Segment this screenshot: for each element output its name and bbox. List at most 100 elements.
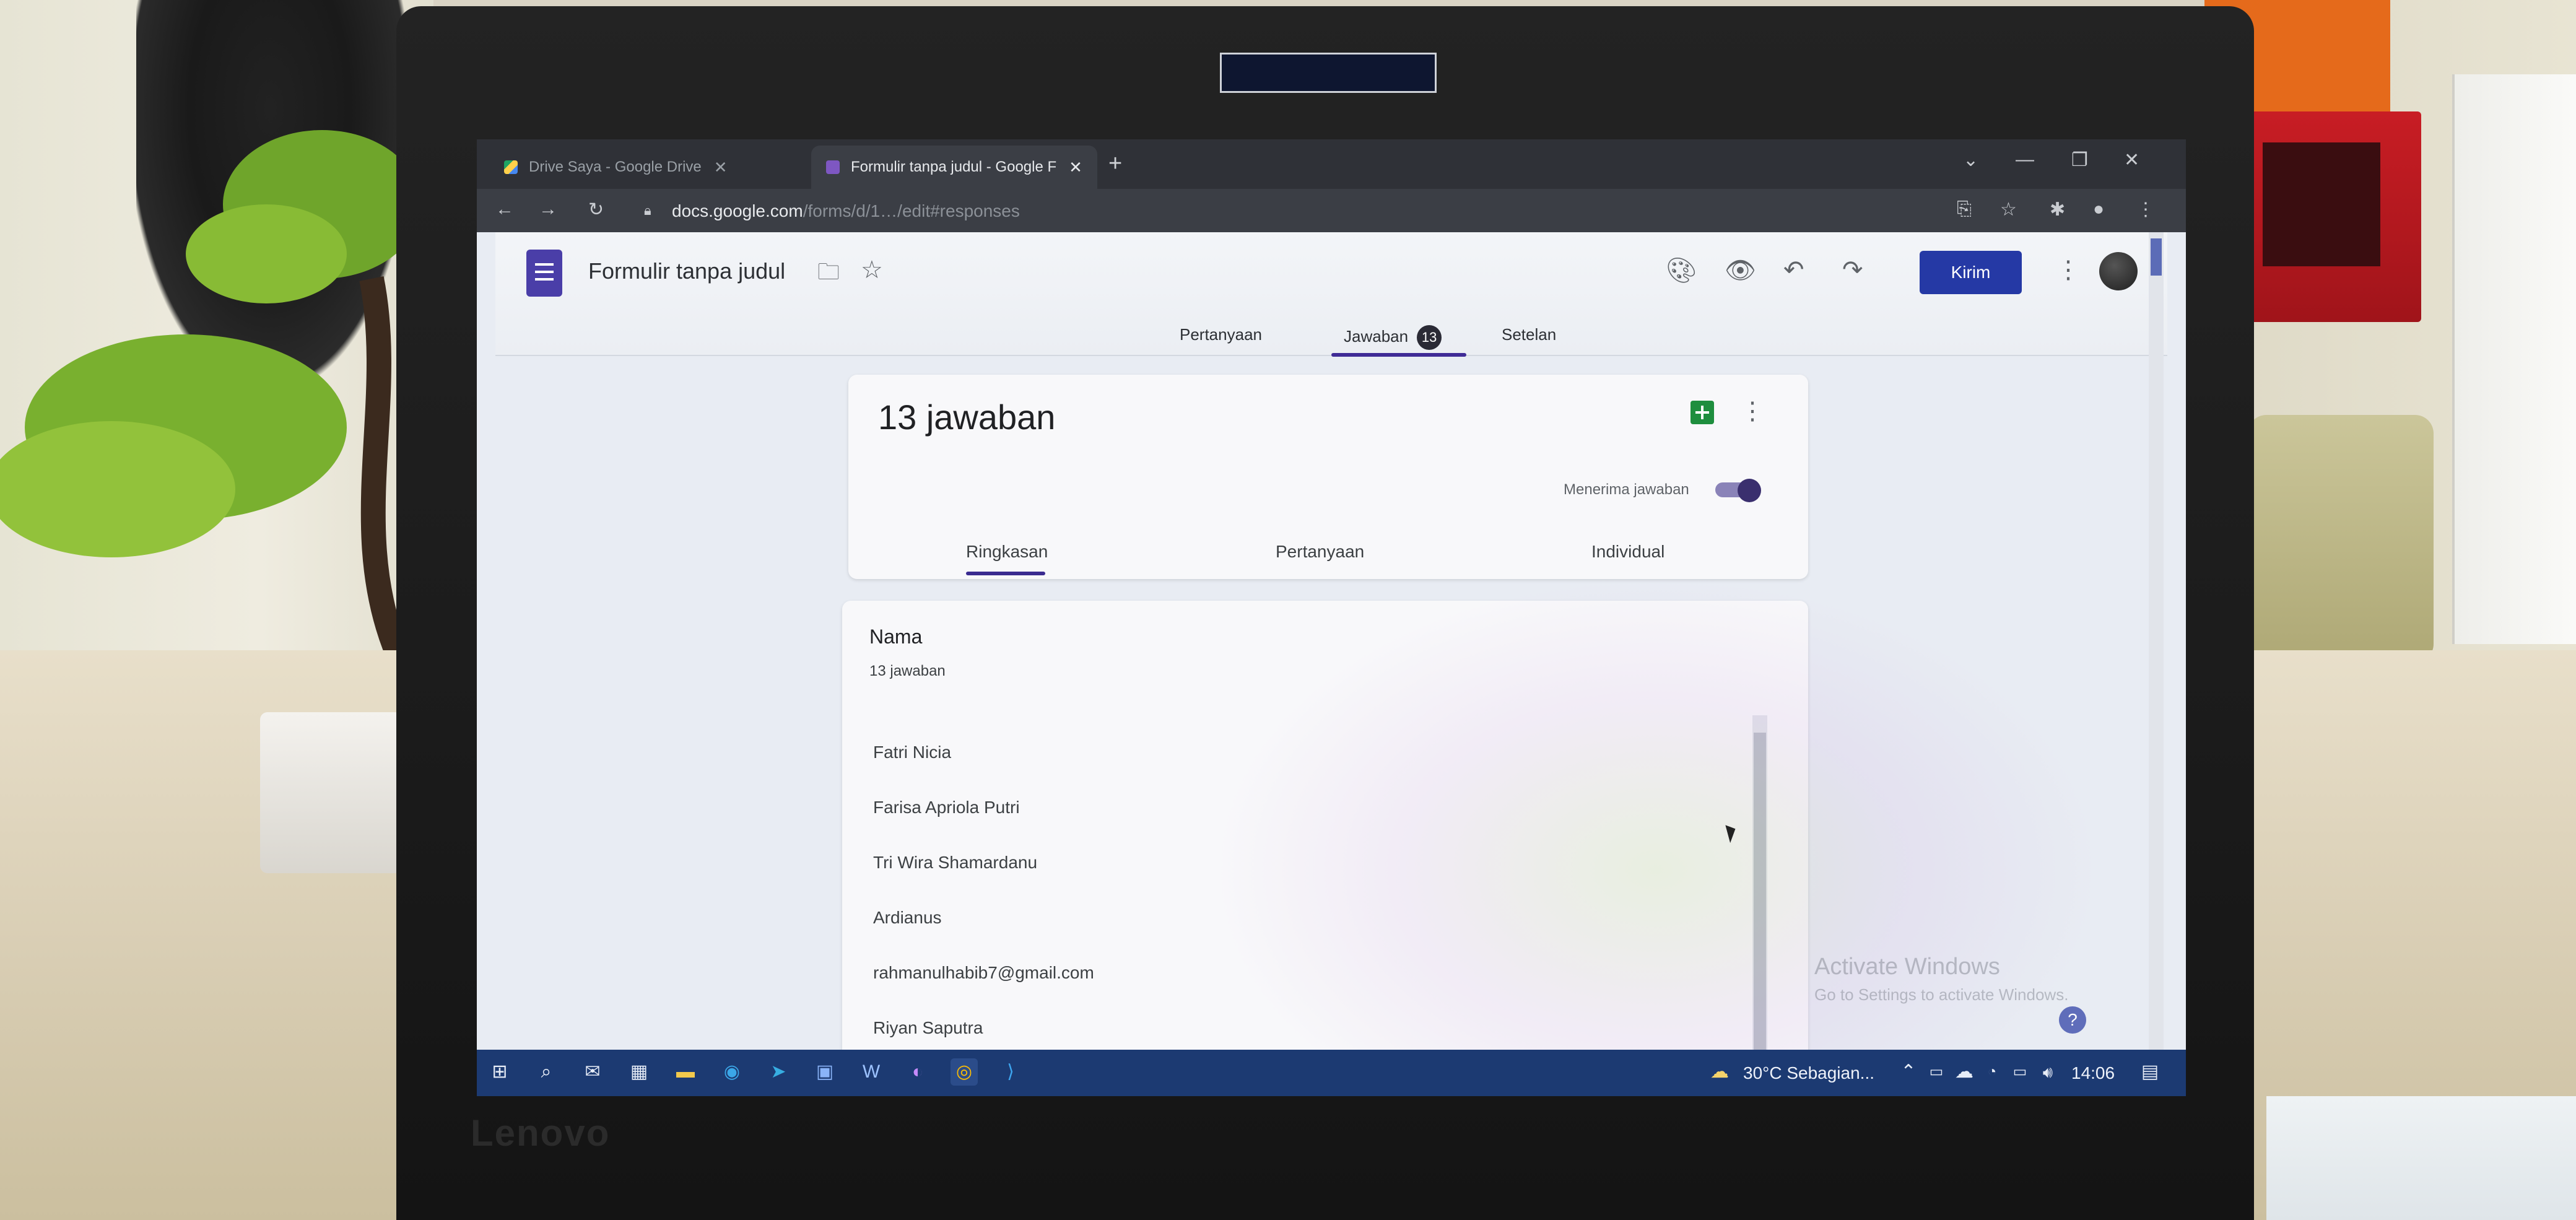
- list-item: Ardianus: [873, 907, 942, 927]
- reload-icon[interactable]: ↻: [588, 199, 604, 220]
- tab-responses[interactable]: Jawaban 13: [1344, 325, 1442, 350]
- close-window-icon[interactable]: ✕: [2124, 149, 2139, 171]
- preview-eye-icon[interactable]: 👁︎: [1725, 256, 1756, 285]
- wifi-icon[interactable]: ◔: [1978, 1058, 2006, 1086]
- search-icon[interactable]: ⌕: [533, 1058, 560, 1086]
- subtab-questions[interactable]: Pertanyaan: [1276, 542, 1364, 562]
- forward-icon[interactable]: →: [539, 199, 557, 220]
- question-title: Nama: [869, 625, 923, 648]
- question-responses-card: Nama 13 jawaban Fatri Nicia Farisa Aprio…: [842, 601, 1808, 1096]
- close-icon[interactable]: ✕: [1069, 158, 1082, 177]
- volume-icon[interactable]: 🔊︎: [2034, 1058, 2061, 1086]
- meet-icon[interactable]: ▭: [1923, 1058, 1950, 1086]
- app-icon[interactable]: ◐: [904, 1058, 931, 1086]
- calendar-icon[interactable]: ▦: [625, 1058, 653, 1086]
- new-tab-icon[interactable]: +: [1108, 150, 1122, 177]
- clock-time[interactable]: 14:06: [2071, 1063, 2115, 1083]
- redo-icon[interactable]: ↷: [1842, 256, 1863, 284]
- forms-header: Formulir tanpa judul 🗀︎ ☆ 🎨︎ 👁︎ ↶ ↷ Kiri…: [495, 232, 2167, 357]
- responses-count-title: 13 jawaban: [878, 398, 1056, 437]
- help-icon[interactable]: ?: [2059, 1006, 2086, 1034]
- notifications-icon[interactable]: ▤: [2136, 1058, 2164, 1086]
- lock-icon[interactable]: 🔒︎: [644, 203, 651, 219]
- active-tab-indicator: [1331, 353, 1466, 357]
- tab-forms[interactable]: Formulir tanpa judul - Google F ✕: [811, 146, 1097, 189]
- tab-settings[interactable]: Setelan: [1502, 325, 1556, 344]
- windows-start-icon[interactable]: ⊞: [486, 1058, 513, 1086]
- more-options-icon[interactable]: ⋮: [1740, 397, 1765, 425]
- send-button[interactable]: Kirim: [1920, 251, 2022, 294]
- tab-search-icon[interactable]: ⌄: [1963, 149, 1978, 171]
- onedrive-icon[interactable]: ☁: [1951, 1058, 1978, 1086]
- url-domain: docs.google.com: [672, 201, 803, 220]
- scrollbar-thumb[interactable]: [1754, 733, 1766, 1079]
- tab-drive[interactable]: Drive Saya - Google Drive ✕: [489, 146, 742, 189]
- mail-icon[interactable]: ✉: [579, 1058, 606, 1086]
- bookmark-star-icon[interactable]: ☆: [2000, 199, 2017, 220]
- palette-icon[interactable]: 🎨︎: [1666, 256, 1697, 285]
- profile-icon[interactable]: ●: [2093, 199, 2104, 220]
- accepting-responses-toggle[interactable]: [1715, 479, 1761, 502]
- weather-icon[interactable]: ☁: [1706, 1058, 1733, 1086]
- list-item: rahmanulhabib7@gmail.com: [873, 962, 1094, 982]
- chrome-icon[interactable]: ◎: [951, 1058, 978, 1086]
- tab-drive-label: Drive Saya - Google Drive: [529, 159, 702, 175]
- windows-activation-watermark: Activate Windows Go to Settings to activ…: [1814, 954, 2068, 1004]
- tab-responses-label: Jawaban: [1344, 326, 1409, 346]
- laptop-screen: Drive Saya - Google Drive ✕ Formulir tan…: [477, 139, 2186, 1096]
- background-chair: [2248, 415, 2434, 663]
- question-response-count: 13 jawaban: [869, 663, 946, 679]
- restore-icon[interactable]: ❐: [2071, 149, 2088, 171]
- tab-questions[interactable]: Pertanyaan: [1180, 325, 1262, 344]
- back-icon[interactable]: ←: [495, 199, 514, 220]
- browser-address-bar: ← → ↻ 🔒︎ docs.google.com/forms/d/1…/edit…: [477, 189, 2186, 232]
- avatar[interactable]: [2099, 252, 2138, 290]
- sheets-icon[interactable]: [1690, 401, 1714, 424]
- background-pot: [260, 712, 402, 873]
- minimize-icon[interactable]: —: [2016, 149, 2034, 170]
- edge-icon[interactable]: ◉: [718, 1058, 746, 1086]
- subtab-individual[interactable]: Individual: [1591, 542, 1664, 562]
- vscode-icon[interactable]: ⟩: [997, 1058, 1024, 1086]
- subtab-summary[interactable]: Ringkasan: [966, 542, 1048, 562]
- url-field[interactable]: docs.google.com/forms/d/1…/edit#response…: [672, 201, 1020, 221]
- active-subtab-indicator: [966, 572, 1045, 575]
- background-paper: [2266, 1096, 2576, 1220]
- list-item: Farisa Apriola Putri: [873, 797, 1020, 817]
- watermark-subtitle: Go to Settings to activate Windows.: [1814, 985, 2069, 1004]
- undo-icon[interactable]: ↶: [1783, 256, 1804, 284]
- more-options-icon[interactable]: ⋮: [2056, 256, 2081, 284]
- chevron-up-icon[interactable]: ⌃: [1895, 1058, 1922, 1086]
- drive-icon: [504, 160, 518, 174]
- star-icon[interactable]: ☆: [861, 256, 883, 284]
- page-scrollbar-thumb[interactable]: [2151, 238, 2162, 276]
- folder-icon[interactable]: 🗀︎: [817, 256, 840, 294]
- form-title[interactable]: Formulir tanpa judul: [588, 258, 785, 284]
- webcam-cover: [1220, 53, 1437, 93]
- answer-list: Fatri Nicia Farisa Apriola Putri Tri Wir…: [873, 725, 1709, 1055]
- browser-tab-bar: Drive Saya - Google Drive ✕ Formulir tan…: [477, 139, 2186, 189]
- page-scrollbar[interactable]: [2149, 232, 2164, 1050]
- battery-icon[interactable]: ▭: [2006, 1058, 2034, 1086]
- forms-icon: [826, 160, 840, 174]
- accepting-responses-label: Menerima jawaban: [1564, 481, 1689, 498]
- chrome-menu-icon[interactable]: ⋮: [2136, 199, 2155, 220]
- list-item: Fatri Nicia: [873, 742, 952, 762]
- share-icon[interactable]: ⎘: [1957, 199, 1972, 220]
- word-icon[interactable]: W: [858, 1058, 885, 1086]
- telegram-icon[interactable]: ➤: [765, 1058, 792, 1086]
- chat-icon[interactable]: ▣: [811, 1058, 838, 1086]
- weather-text[interactable]: 30°C Sebagian...: [1743, 1063, 1874, 1083]
- toggle-knob: [1738, 479, 1761, 502]
- background-red-appliance: [2242, 111, 2421, 322]
- background-ac-unit: [2452, 74, 2576, 644]
- background-plant: [0, 130, 421, 650]
- responses-summary-card: 13 jawaban ⋮ Menerima jawaban Ringkasan …: [848, 375, 1808, 579]
- answer-list-scrollbar[interactable]: [1752, 715, 1767, 1096]
- extensions-icon[interactable]: ✱: [2050, 199, 2065, 220]
- responses-count-badge: 13: [1417, 325, 1442, 350]
- list-item: Riyan Saputra: [873, 1017, 983, 1037]
- file-explorer-icon[interactable]: ▬: [672, 1058, 699, 1086]
- google-forms-logo[interactable]: [526, 250, 562, 297]
- close-icon[interactable]: ✕: [714, 158, 728, 177]
